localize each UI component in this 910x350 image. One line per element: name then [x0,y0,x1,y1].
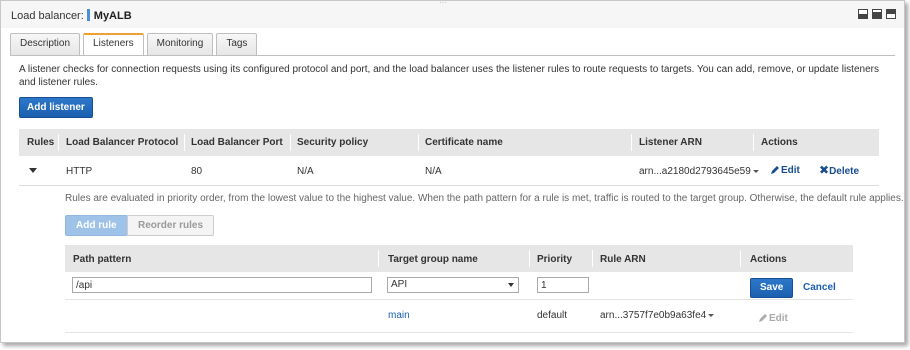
col-protocol: Load Balancer Protocol [66,137,179,148]
lb-label: Load balancer: [11,10,84,22]
delete-listener-label: Delete [829,166,860,177]
col-target-group: Target group name [388,254,478,265]
load-balancer-panel: Load balancer: MyALB ⋯ Description Listen… [0,0,905,343]
tab-description[interactable]: Description [10,33,81,55]
title-accent-bar [86,9,90,21]
col-port: Load Balancer Port [191,137,283,148]
rules-table-header: Path pattern Target group name Priority … [65,245,853,272]
save-rule-button[interactable]: Save [750,278,794,298]
listener-port: 80 [191,166,203,177]
arn-dropdown-icon [708,314,715,317]
rule-arn-text: arn...3757f7e0b9a63fe4 [600,310,707,321]
listeners-description: A listener checks for connection request… [19,64,879,88]
listener-security-policy: N/A [297,166,314,177]
layout-top-icon[interactable] [886,9,896,19]
listener-table-header: Rules Load Balancer Protocol Load Balanc… [19,129,879,156]
col-path-pattern: Path pattern [73,254,132,265]
col-divider [378,250,379,267]
col-divider [592,250,593,267]
col-actions: Actions [761,137,798,148]
tab-listeners[interactable]: Listeners [83,33,144,56]
listener-arn-text: arn...a2180d2793645e59 [639,166,751,177]
path-pattern-input[interactable] [72,277,372,293]
target-group-select[interactable]: API [387,277,519,293]
listener-protocol: HTTP [66,166,93,177]
col-divider [290,134,291,151]
delete-x-icon: ✖ [819,163,830,177]
expand-rules-icon[interactable] [29,168,37,173]
arn-dropdown-icon [752,170,759,173]
col-listener-arn: Listener ARN [639,137,702,148]
cancel-rule-link[interactable]: Cancel [803,282,836,293]
col-certificate: Certificate name [425,137,503,148]
add-rule-button[interactable]: Add rule [65,215,128,236]
col-divider [184,134,185,151]
tab-divider [10,55,895,56]
panel-layout-buttons [858,9,896,19]
col-divider [418,134,419,151]
rule-arn[interactable]: arn...3757f7e0b9a63fe4 [600,310,715,321]
add-listener-button[interactable]: Add listener [19,97,93,118]
tab-tags[interactable]: Tags [216,33,258,55]
rule-edit-row: API [65,272,853,300]
rules-evaluation-note: Rules are evaluated in priority order, f… [65,193,904,204]
default-priority: default [537,310,568,321]
col-divider [631,134,632,151]
edit-listener-label: Edit [781,165,800,176]
col-divider [740,250,741,267]
target-group-main-link[interactable]: main [388,310,410,321]
col-priority: Priority [537,254,573,265]
resize-grip-icon[interactable]: ⋯ [439,0,451,7]
tab-monitoring[interactable]: Monitoring [146,33,214,55]
target-group-value: API [391,279,408,290]
layout-bottom-icon[interactable] [858,9,868,19]
col-rule-actions: Actions [750,254,787,265]
reorder-rules-button[interactable]: Reorder rules [127,215,215,236]
chevron-down-icon [508,283,514,287]
col-rules: Rules [27,137,55,148]
listener-certificate: N/A [425,166,442,177]
listener-row: HTTP 80 N/A N/A arn...a2180d2793645e59 E… [19,156,879,186]
col-divider [753,134,754,151]
panel-header: Load balancer: MyALB ⋯ [1,0,904,28]
pencil-icon [771,166,779,174]
col-rule-arn: Rule ARN [600,254,646,265]
default-rule-row: main default arn...3757f7e0b9a63fe4 [65,300,853,333]
edit-default-rule-label: Edit [769,313,788,324]
col-divider [529,250,530,267]
tab-bar: Description Listeners Monitoring Tags [10,33,258,56]
pencil-icon [759,314,767,322]
priority-input[interactable] [537,277,589,293]
edit-listener-link[interactable]: Edit [771,165,800,176]
layout-half-icon[interactable] [872,9,882,19]
delete-listener-link[interactable]: ✖Delete [819,163,860,177]
lb-name: MyALB [93,10,132,22]
col-security-policy: Security policy [297,137,369,148]
col-divider [58,134,59,151]
edit-default-rule-link[interactable]: Edit [759,313,788,324]
listener-arn[interactable]: arn...a2180d2793645e59 [639,166,759,177]
panel-title: Load balancer: MyALB [11,9,132,22]
